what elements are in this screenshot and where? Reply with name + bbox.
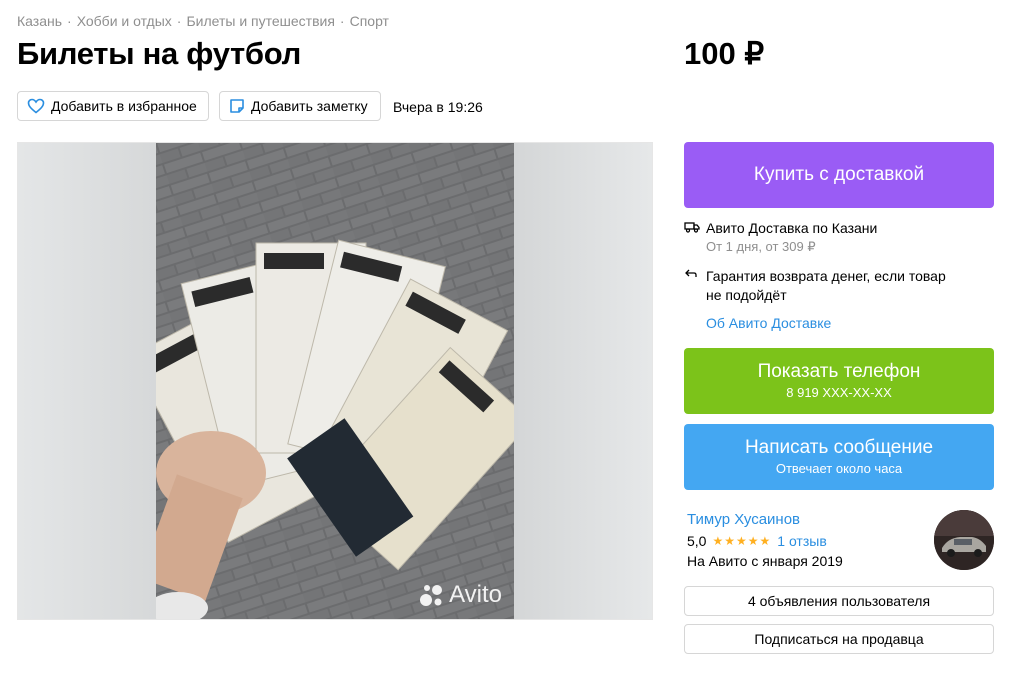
show-phone-label: Показать телефон <box>757 361 921 382</box>
write-message-label: Написать сообщение <box>744 437 934 458</box>
masked-phone-number: 8 919 XXX-XX-XX <box>786 385 892 400</box>
rating-value: 5,0 <box>687 533 707 549</box>
seller-since: На Авито с января 2019 <box>687 553 843 569</box>
photo-gallery[interactable]: Avito <box>17 142 653 620</box>
gallery-blur-right <box>514 143 652 619</box>
avito-watermark: Avito <box>419 581 502 609</box>
watermark-text: Avito <box>449 581 502 608</box>
rating-stars-icon: ★★★★★ <box>712 534 772 548</box>
breadcrumb-item-tickets[interactable]: Билеты и путешествия <box>186 13 334 29</box>
listing-photo[interactable]: Avito <box>156 143 514 619</box>
truck-icon <box>684 220 706 255</box>
add-to-favorites-label: Добавить в избранное <box>51 98 197 114</box>
seller-name-link[interactable]: Тимур Хусаинов <box>687 511 800 528</box>
add-note-label: Добавить заметку <box>251 98 368 114</box>
gallery-blur-left <box>18 143 156 619</box>
note-icon <box>229 98 251 114</box>
avito-logo-icon <box>419 582 445 608</box>
show-phone-button[interactable]: Показать телефон 8 919 XXX-XX-XX <box>684 348 994 414</box>
write-message-button[interactable]: Написать сообщение Отвечает около часа <box>684 424 994 490</box>
subscribe-seller-button[interactable]: Подписаться на продавца <box>684 624 994 654</box>
guarantee-line-2: не подойдёт <box>706 287 787 303</box>
seller-rating: 5,0 ★★★★★ 1 отзыв <box>687 533 827 549</box>
page-title: Билеты на футбол <box>17 36 302 71</box>
return-arrow-icon <box>684 267 706 305</box>
price: 100 ₽ <box>684 36 765 71</box>
breadcrumb-item-sport[interactable]: Спорт <box>350 13 389 29</box>
about-delivery-link[interactable]: Об Авито Доставке <box>706 315 831 331</box>
breadcrumb-separator: · <box>67 13 72 29</box>
add-note-button[interactable]: Добавить заметку <box>219 91 381 121</box>
breadcrumb-item-hobby[interactable]: Хобби и отдых <box>77 13 172 29</box>
reviews-link[interactable]: 1 отзыв <box>777 533 827 549</box>
tickets-photo-illustration <box>156 143 514 619</box>
seller-ads-button[interactable]: 4 объявления пользователя <box>684 586 994 616</box>
add-to-favorites-button[interactable]: Добавить в избранное <box>17 91 209 121</box>
delivery-info: Авито Доставка по Казани От 1 дня, от 30… <box>684 220 877 255</box>
buy-with-delivery-button[interactable]: Купить с доставкой <box>684 142 994 208</box>
breadcrumb: Казань · Хобби и отдых · Билеты и путешестви… <box>17 13 389 29</box>
car-avatar-image <box>934 510 994 570</box>
guarantee-info: Гарантия возврата денег, если товар не п… <box>684 267 946 305</box>
posted-time: Вчера в 19:26 <box>393 99 483 115</box>
seller-avatar[interactable] <box>934 510 994 570</box>
delivery-title: Авито Доставка по Казани <box>706 220 878 236</box>
response-time: Отвечает около часа <box>775 461 903 476</box>
breadcrumb-item-city[interactable]: Казань <box>17 13 62 29</box>
breadcrumb-separator: · <box>339 13 345 29</box>
guarantee-line-1: Гарантия возврата денег, если товар <box>706 268 946 284</box>
heart-icon <box>27 98 51 114</box>
delivery-subtitle: От 1 дня, от 309 ₽ <box>706 239 816 254</box>
breadcrumb-separator: · <box>176 13 182 29</box>
